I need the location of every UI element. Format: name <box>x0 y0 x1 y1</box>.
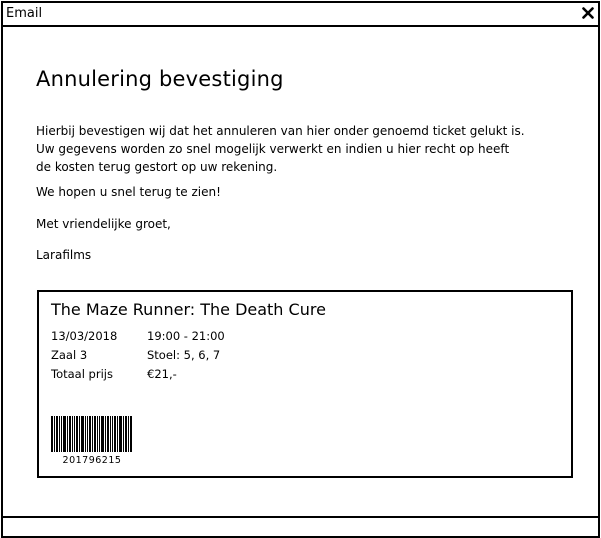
email-heading: Annulering bevestiging <box>36 67 284 91</box>
barcode-icon <box>51 416 132 452</box>
barcode-number: 201796215 <box>62 455 122 466</box>
intro-line: de kosten terug gestort op uw rekening. <box>36 160 278 174</box>
intro-paragraph: Hierbij bevestigen wij dat het annuleren… <box>36 122 576 176</box>
intro-line: Hierbij bevestigen wij dat het annuleren… <box>36 124 525 138</box>
movie-title: The Maze Runner: The Death Cure <box>51 300 326 319</box>
ticket-card: The Maze Runner: The Death Cure 13/03/20… <box>37 290 573 478</box>
ticket-details: 13/03/2018 19:00 - 21:00 Zaal 3 Stoel: 5… <box>51 327 347 384</box>
intro-line: Uw gegevens worden zo snel mogelijk verw… <box>36 142 510 156</box>
ticket-time: 19:00 - 21:00 <box>147 329 225 343</box>
window-title: Email <box>6 6 43 21</box>
ticket-seats: Stoel: 5, 6, 7 <box>147 348 221 362</box>
close-button[interactable] <box>580 5 596 21</box>
status-bar <box>3 516 598 536</box>
signature-text: Larafilms <box>36 248 92 262</box>
ticket-row-seat: Zaal 3 Stoel: 5, 6, 7 <box>51 346 347 365</box>
close-icon <box>582 7 594 19</box>
closing-text: We hopen u snel terug te zien! <box>36 185 221 199</box>
greeting-text: Met vriendelijke groet, <box>36 217 171 231</box>
title-bar: Email <box>3 3 598 27</box>
total-price-label: Totaal prijs <box>51 367 113 381</box>
ticket-date: 13/03/2018 <box>51 329 118 343</box>
ticket-hall: Zaal 3 <box>51 348 88 362</box>
ticket-row-price: Totaal prijs €21,- <box>51 365 347 384</box>
email-body: Annulering bevestiging Hierbij bevestige… <box>36 65 566 262</box>
ticket-row-datetime: 13/03/2018 19:00 - 21:00 <box>51 327 347 346</box>
email-window: Email Annulering bevestiging Hierbij bev… <box>1 1 600 538</box>
total-price-value: €21,- <box>147 367 177 381</box>
